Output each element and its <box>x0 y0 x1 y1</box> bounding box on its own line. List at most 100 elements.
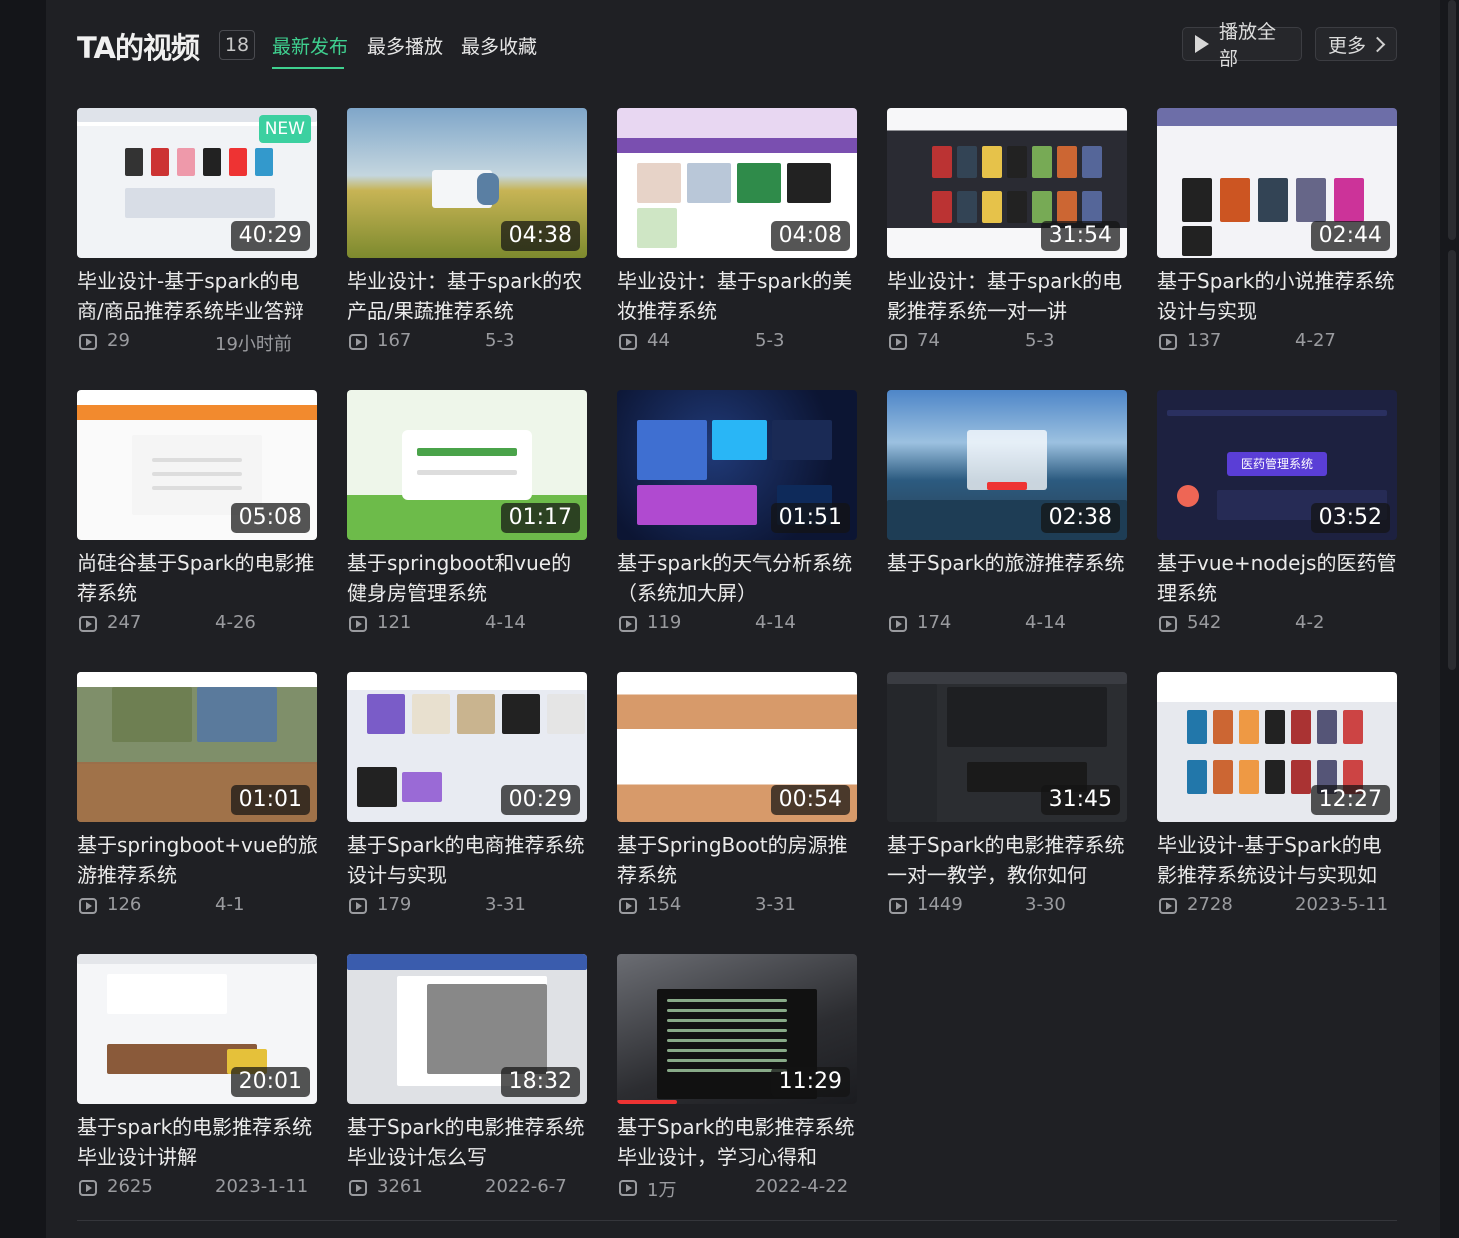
video-title[interactable]: 基于vue+nodejs的医药管理系统 <box>1157 548 1401 608</box>
play-count-icon <box>349 898 367 914</box>
video-card[interactable]: 医药管理系统 03:52 基于vue+nodejs的医药管理系统 542 4-2 <box>1157 390 1397 650</box>
thumbnail-detail <box>1334 178 1364 222</box>
video-thumbnail[interactable]: 01:51 <box>617 390 857 540</box>
video-card[interactable]: 18:32 基于Spark的电影推荐系统毕业设计怎么写 3261 2022-6-7 <box>347 954 587 1214</box>
tab-latest[interactable]: 最新发布 <box>272 32 348 59</box>
video-card[interactable]: 02:38 基于Spark的旅游推荐系统 174 4-14 <box>887 390 1127 650</box>
video-card[interactable]: 00:29 基于Spark的电商推荐系统设计与实现 179 3-31 <box>347 672 587 932</box>
thumbnail-detail <box>203 148 221 176</box>
play-count-icon <box>79 334 97 350</box>
video-card[interactable]: 11:29 基于Spark的电影推荐系统毕业设计，学习心得和 1万 2022-4-22 <box>617 954 857 1214</box>
video-count-badge: 18 <box>219 30 255 60</box>
publish-date: 3-31 <box>485 894 526 915</box>
thumbnail-detail <box>667 1019 787 1022</box>
video-card[interactable]: 04:38 毕业设计：基于spark的农产品/果蔬推荐系统 167 5-3 <box>347 108 587 368</box>
thumbnail-detail <box>667 1049 787 1052</box>
thumbnail-detail <box>1291 760 1311 794</box>
scrollbar-thumb[interactable] <box>1448 0 1456 240</box>
video-card[interactable]: 01:51 基于spark的天气分析系统（系统加大屏） 119 4-14 <box>617 390 857 650</box>
video-title[interactable]: 基于Spark的旅游推荐系统 <box>887 548 1131 608</box>
video-card[interactable]: 00:54 基于SpringBoot的房源推荐系统 154 3-31 <box>617 672 857 932</box>
video-title[interactable]: 基于Spark的电商推荐系统设计与实现 <box>347 830 591 890</box>
video-thumbnail[interactable]: 医药管理系统 03:52 <box>1157 390 1397 540</box>
video-title[interactable]: 基于Spark的小说推荐系统设计与实现 <box>1157 266 1401 326</box>
thumbnail-detail <box>637 163 681 203</box>
video-card[interactable]: 05:08 尚硅谷基于Spark的电影推荐系统 247 4-26 <box>77 390 317 650</box>
scrollbar-thumb-secondary[interactable] <box>1448 250 1456 670</box>
video-card[interactable]: 20:01 基于spark的电影推荐系统毕业设计讲解 2625 2023-1-11 <box>77 954 317 1214</box>
thumbnail-detail <box>1239 760 1259 794</box>
video-card[interactable]: 01:01 基于springboot+vue的旅游推荐系统 126 4-1 <box>77 672 318 932</box>
video-thumbnail[interactable]: 00:54 <box>617 672 857 822</box>
thumbnail-detail <box>1220 178 1250 222</box>
video-thumbnail[interactable]: 04:08 <box>617 108 857 258</box>
video-thumbnail[interactable]: 20:01 <box>77 954 317 1104</box>
thumbnail-detail <box>547 694 585 734</box>
video-card[interactable]: 01:17 基于springboot和vue的健身房管理系统 121 4-14 <box>347 390 587 650</box>
video-card[interactable]: 04:08 毕业设计：基于spark的美妆推荐系统 44 5-3 <box>617 108 857 368</box>
video-thumbnail[interactable]: 00:29 <box>347 672 587 822</box>
video-title[interactable]: 基于spark的电影推荐系统毕业设计讲解 <box>77 1112 321 1172</box>
play-count-icon <box>79 898 97 914</box>
video-card[interactable]: 31:45 基于Spark的电影推荐系统一对一教学，教你如何 1449 3-30 <box>887 672 1127 932</box>
thumbnail-detail <box>777 732 847 777</box>
video-title[interactable]: 基于SpringBoot的房源推荐系统 <box>617 830 861 890</box>
video-duration: 31:45 <box>1040 785 1120 815</box>
video-card[interactable]: 31:54 毕业设计：基于spark的电影推荐系统一对一讲 74 5-3 <box>887 108 1127 368</box>
publish-date: 2023-5-11 <box>1295 894 1389 915</box>
video-duration: 01:01 <box>230 785 310 815</box>
video-title[interactable]: 基于springboot和vue的健身房管理系统 <box>347 548 591 608</box>
tab-most-favorited[interactable]: 最多收藏 <box>461 32 537 59</box>
video-duration: 40:29 <box>230 221 310 251</box>
play-count: 1万 <box>647 1180 677 1201</box>
thumbnail-detail <box>152 472 242 476</box>
video-thumbnail[interactable]: 12:27 <box>1157 672 1397 822</box>
thumbnail-detail <box>1057 146 1077 178</box>
video-thumbnail[interactable]: 01:01 <box>77 672 317 822</box>
thumbnail-detail <box>1182 178 1212 222</box>
thumbnail-detail <box>667 1029 787 1032</box>
publish-date: 19小时前 <box>215 334 292 355</box>
thumbnail-detail <box>712 420 767 460</box>
video-thumbnail[interactable]: 02:44 <box>1157 108 1397 258</box>
video-thumbnail[interactable]: 31:54 <box>887 108 1127 258</box>
video-thumbnail[interactable]: 31:45 <box>887 672 1127 822</box>
thumbnail-detail <box>982 191 1002 223</box>
video-thumbnail[interactable]: 18:32 <box>347 954 587 1104</box>
thumbnail-detail <box>967 430 1047 490</box>
video-title[interactable]: 基于Spark的电影推荐系统一对一教学，教你如何 <box>887 830 1131 890</box>
video-title[interactable]: 基于Spark的电影推荐系统毕业设计，学习心得和 <box>617 1112 861 1172</box>
video-title[interactable]: 基于springboot+vue的旅游推荐系统 <box>77 830 321 890</box>
video-title[interactable]: 尚硅谷基于Spark的电影推荐系统 <box>77 548 321 608</box>
tab-most-played[interactable]: 最多播放 <box>367 32 443 59</box>
more-button[interactable]: 更多 <box>1315 27 1397 61</box>
video-title[interactable]: 毕业设计：基于spark的电影推荐系统一对一讲 <box>887 266 1131 326</box>
thumbnail-detail <box>1291 710 1311 744</box>
video-title[interactable]: 毕业设计：基于spark的美妆推荐系统 <box>617 266 861 326</box>
video-title[interactable]: 基于Spark的电影推荐系统毕业设计怎么写 <box>347 1112 591 1172</box>
video-thumbnail[interactable]: 04:38 <box>347 108 587 258</box>
video-card[interactable]: 12:27 毕业设计-基于Spark的电影推荐系统设计与实现如 2728 2023-5… <box>1157 672 1397 932</box>
video-thumbnail[interactable]: 05:08 <box>77 390 317 540</box>
play-count: 247 <box>107 612 142 633</box>
video-card[interactable]: NEW 40:29 毕业设计-基于spark的电商/商品推荐系统毕业答辩 29 19小时… <box>77 108 317 368</box>
video-duration: 18:32 <box>500 1067 580 1097</box>
thumbnail-detail <box>151 148 169 176</box>
video-thumbnail[interactable]: 02:38 <box>887 390 1127 540</box>
thumbnail-detail <box>347 954 587 970</box>
video-thumbnail[interactable]: 11:29 <box>617 954 857 1104</box>
video-card[interactable]: 02:44 基于Spark的小说推荐系统设计与实现 137 4-27 <box>1157 108 1397 368</box>
play-count: 154 <box>647 894 682 915</box>
video-title[interactable]: 毕业设计-基于spark的电商/商品推荐系统毕业答辩 <box>77 266 321 326</box>
video-title[interactable]: 毕业设计：基于spark的农产品/果蔬推荐系统 <box>347 266 591 326</box>
video-title[interactable]: 基于spark的天气分析系统（系统加大屏） <box>617 548 861 608</box>
thumbnail-detail <box>107 974 227 1014</box>
thumbnail-detail <box>1187 710 1207 744</box>
thumbnail-detail <box>617 1100 677 1104</box>
thumbnail-detail <box>402 772 442 802</box>
play-all-button[interactable]: 播放全部 <box>1182 21 1302 70</box>
thumbnail-detail <box>502 694 540 734</box>
video-thumbnail[interactable]: 01:17 <box>347 390 587 540</box>
video-title[interactable]: 毕业设计-基于Spark的电影推荐系统设计与实现如 <box>1157 830 1401 890</box>
video-thumbnail[interactable]: NEW 40:29 <box>77 108 317 258</box>
